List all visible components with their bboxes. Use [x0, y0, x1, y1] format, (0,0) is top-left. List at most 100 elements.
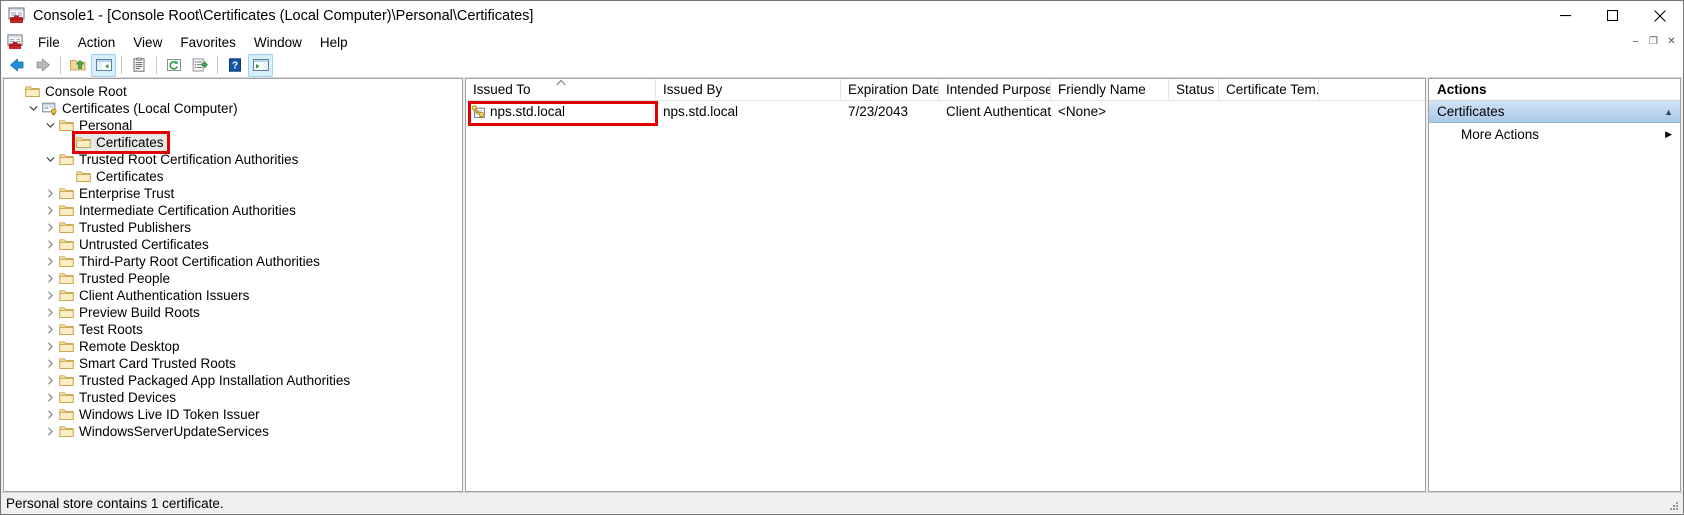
maximize-button[interactable]	[1589, 1, 1636, 31]
up-one-level-icon[interactable]	[65, 54, 90, 77]
chevron-right-icon[interactable]	[42, 325, 58, 334]
chevron-right-icon[interactable]	[42, 291, 58, 300]
tree-node-personal[interactable]: Personal	[4, 117, 462, 134]
show-hide-action-pane-icon[interactable]	[248, 54, 273, 77]
tree-node-trusted-people[interactable]: Trusted People	[4, 270, 462, 287]
cell-text: nps.std.local	[663, 104, 738, 119]
chevron-right-icon[interactable]	[42, 274, 58, 283]
tree-node-label: Test Roots	[75, 321, 143, 338]
menu-action[interactable]: Action	[69, 31, 125, 53]
tree-node-intermediate-certification-authorities[interactable]: Intermediate Certification Authorities	[4, 202, 462, 219]
tree-node-label: Certificates	[92, 168, 164, 185]
tree-node-preview-build-roots[interactable]: Preview Build Roots	[4, 304, 462, 321]
tree-node-trusted-publishers[interactable]: Trusted Publishers	[4, 219, 462, 236]
chevron-right-icon[interactable]	[42, 427, 58, 436]
folder-icon	[75, 136, 92, 149]
actions-group-label: Certificates	[1437, 104, 1505, 119]
tree-node-test-roots[interactable]: Test Roots	[4, 321, 462, 338]
console-tree: Console RootCertificates (Local Computer…	[4, 79, 462, 440]
menu-view[interactable]: View	[124, 31, 171, 53]
show-hide-console-tree-icon[interactable]	[91, 54, 116, 77]
menu-file[interactable]: File	[29, 31, 69, 53]
column-header-intended-purposes[interactable]: Intended Purposes	[939, 79, 1051, 100]
chevron-down-icon[interactable]	[25, 104, 41, 113]
mdi-close-button[interactable]: ✕	[1663, 34, 1680, 50]
column-header-status[interactable]: Status	[1169, 79, 1219, 100]
cell-text: Client Authenticati...	[946, 104, 1051, 119]
chevron-right-icon[interactable]	[42, 342, 58, 351]
action-item-more-actions[interactable]: More Actions ▶	[1429, 123, 1680, 145]
tree-node-untrusted-certificates[interactable]: Untrusted Certificates	[4, 236, 462, 253]
menu-window[interactable]: Window	[245, 31, 311, 53]
properties-icon[interactable]	[126, 54, 151, 77]
forward-arrow-icon[interactable]	[30, 54, 55, 77]
cell-issued-to: nps.std.local	[466, 104, 656, 119]
mmc-menu-icon[interactable]	[1, 34, 29, 50]
tree-node-trusted-devices[interactable]: Trusted Devices	[4, 389, 462, 406]
tree-node-certificates[interactable]: Certificates	[4, 134, 462, 151]
chevron-down-icon[interactable]	[42, 155, 58, 164]
tree-node-trusted-root-certification-authorities[interactable]: Trusted Root Certification Authorities	[4, 151, 462, 168]
folder-icon	[58, 323, 75, 336]
tree-node-enterprise-trust[interactable]: Enterprise Trust	[4, 185, 462, 202]
mdi-minimize-button[interactable]: –	[1627, 34, 1644, 50]
column-header-friendly-name[interactable]: Friendly Name	[1051, 79, 1169, 100]
chevron-up-icon[interactable]: ▲	[1664, 107, 1680, 117]
toolbar: ?	[1, 53, 1683, 78]
menu-favorites[interactable]: Favorites	[171, 31, 245, 53]
tree-node-windows-live-id-token-issuer[interactable]: Windows Live ID Token Issuer	[4, 406, 462, 423]
minimize-button[interactable]	[1542, 1, 1589, 31]
export-list-icon[interactable]	[187, 54, 212, 77]
tree-node-windowsserverupdateservices[interactable]: WindowsServerUpdateServices	[4, 423, 462, 440]
tree-node-label: Third-Party Root Certification Authoriti…	[75, 253, 320, 270]
folder-icon	[58, 391, 75, 404]
tree-node-client-authentication-issuers[interactable]: Client Authentication Issuers	[4, 287, 462, 304]
tree-node-console-root[interactable]: Console Root	[4, 83, 462, 100]
chevron-right-icon[interactable]	[42, 206, 58, 215]
chevron-right-icon[interactable]	[42, 257, 58, 266]
action-item-label: More Actions	[1461, 127, 1539, 142]
tree-node-smart-card-trusted-roots[interactable]: Smart Card Trusted Roots	[4, 355, 462, 372]
tree-node-label: Trusted Devices	[75, 389, 176, 406]
menu-help[interactable]: Help	[311, 31, 357, 53]
tree-node-certificates[interactable]: Certificates	[4, 168, 462, 185]
chevron-right-icon[interactable]	[42, 223, 58, 232]
mdi-window-controls: – ❐ ✕	[1627, 34, 1680, 50]
chevron-right-icon[interactable]	[42, 308, 58, 317]
tree-node-third-party-root-certification-authorities[interactable]: Third-Party Root Certification Authoriti…	[4, 253, 462, 270]
refresh-icon[interactable]	[161, 54, 186, 77]
resize-grip-icon[interactable]	[1665, 496, 1681, 512]
tree-node-trusted-packaged-app-installation-authorities[interactable]: Trusted Packaged App Installation Author…	[4, 372, 462, 389]
tree-node-label: Certificates (Local Computer)	[58, 100, 238, 117]
column-header-issued-by[interactable]: Issued By	[656, 79, 841, 100]
tree-node-content: Preview Build Roots	[58, 304, 200, 321]
column-header-expiration-date[interactable]: Expiration Date	[841, 79, 939, 100]
close-button[interactable]	[1636, 1, 1683, 31]
main-body: Console RootCertificates (Local Computer…	[1, 78, 1683, 492]
toolbar-separator	[217, 56, 218, 74]
cell-intended-purposes: Client Authenticati...	[939, 104, 1051, 119]
tree-node-remote-desktop[interactable]: Remote Desktop	[4, 338, 462, 355]
actions-group-certificates[interactable]: Certificates ▲	[1429, 101, 1680, 123]
column-header-issued-to[interactable]: Issued To	[466, 79, 656, 100]
tree-node-label: Intermediate Certification Authorities	[75, 202, 296, 219]
mmc-console-icon[interactable]	[1, 7, 31, 24]
tree-node-certificates-local-computer[interactable]: Certificates (Local Computer)	[4, 100, 462, 117]
chevron-right-icon[interactable]	[42, 189, 58, 198]
certificate-row[interactable]: nps.std.localnps.std.local7/23/2043Clien…	[466, 101, 1425, 122]
back-arrow-icon[interactable]	[4, 54, 29, 77]
chevron-down-icon[interactable]	[42, 121, 58, 130]
chevron-right-icon[interactable]	[42, 376, 58, 385]
mdi-restore-button[interactable]: ❐	[1645, 34, 1662, 50]
chevron-right-icon[interactable]	[42, 393, 58, 402]
chevron-right-icon[interactable]	[42, 359, 58, 368]
column-header-label: Expiration Date	[848, 82, 939, 97]
console-tree-pane[interactable]: Console RootCertificates (Local Computer…	[3, 78, 463, 492]
chevron-right-icon[interactable]	[42, 240, 58, 249]
chevron-right-icon[interactable]	[42, 410, 58, 419]
column-header-certificate-tem[interactable]: Certificate Tem...	[1219, 79, 1319, 100]
tree-node-content: Remote Desktop	[58, 338, 180, 355]
folder-icon	[58, 425, 75, 438]
help-icon[interactable]: ?	[222, 54, 247, 77]
certificates-list-pane[interactable]: Issued ToIssued By Expiration DateIntende…	[465, 78, 1426, 492]
